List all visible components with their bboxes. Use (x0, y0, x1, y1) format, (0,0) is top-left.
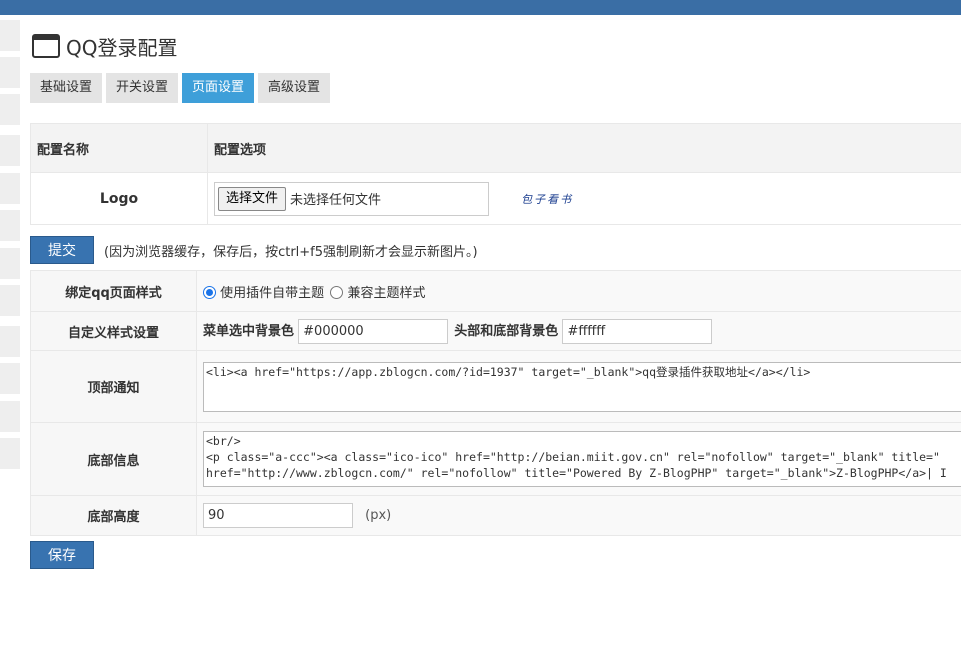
sidebar-item[interactable] (0, 173, 20, 204)
footer-height-label: 底部高度 (30, 495, 197, 536)
file-input[interactable]: 选择文件 未选择任何文件 (214, 181, 489, 216)
sidebar-item[interactable] (0, 210, 20, 241)
footer-info-cell: <br/> <p class="a-ccc"><a class="ico-ico… (196, 422, 961, 496)
option-compatible-theme[interactable]: 兼容主题样式 (347, 286, 425, 301)
header-config-name: 配置名称 (30, 123, 208, 173)
menu-bg-label: 菜单选中背景色 (203, 323, 295, 339)
sidebar-item[interactable] (0, 401, 20, 432)
sidebar-item[interactable] (0, 363, 20, 394)
header-bg-input[interactable]: #ffffff (562, 318, 713, 344)
left-sidebar (0, 15, 20, 475)
top-notice-label: 顶部通知 (30, 350, 197, 423)
footer-height-cell: 90 (px) (196, 495, 961, 536)
sidebar-item[interactable] (0, 20, 20, 51)
page-title: QQ登录配置 (32, 33, 178, 60)
footer-info-textarea[interactable]: <br/> <p class="a-ccc"><a class="ico-ico… (203, 431, 961, 487)
sidebar-item[interactable] (0, 438, 20, 469)
tab-advanced[interactable]: 高级设置 (258, 73, 331, 103)
sidebar-item[interactable] (0, 94, 20, 125)
radio-unchecked-icon[interactable] (330, 285, 344, 299)
choose-file-button[interactable]: 选择文件 (218, 186, 287, 211)
top-notice-textarea[interactable]: <li><a href="https://app.zblogcn.com/?id… (203, 361, 961, 412)
file-status: 未选择任何文件 (290, 193, 382, 208)
tab-page[interactable]: 页面设置 (182, 73, 255, 103)
window-icon (32, 34, 60, 58)
save-button[interactable]: 保存 (30, 541, 94, 569)
tab-bar: 基础设置 开关设置 页面设置 高级设置 (30, 73, 334, 103)
top-notice-cell: <li><a href="https://app.zblogcn.com/?id… (196, 350, 961, 423)
menu-bg-input[interactable]: #000000 (298, 318, 449, 344)
option-plugin-theme[interactable]: 使用插件自带主题 (220, 286, 324, 301)
logo-cell: 选择文件 未选择任何文件 包子看书 (207, 172, 961, 225)
footer-height-input[interactable]: 90 (203, 503, 353, 528)
logo-image: 包子看书 (521, 192, 574, 206)
sidebar-item[interactable] (0, 326, 20, 357)
logo-config-table: 配置名称 配置选项 Logo 选择文件 未选择任何文件 包子看书 (30, 123, 961, 225)
bind-style-options: 使用插件自带主题 兼容主题样式 (196, 270, 961, 312)
bind-style-label: 绑定qq页面样式 (30, 270, 197, 312)
footer-height-unit: (px) (365, 508, 392, 523)
header-bg-label: 头部和底部背景色 (454, 323, 559, 339)
sidebar-item[interactable] (0, 285, 20, 316)
page-title-text: QQ登录配置 (66, 35, 178, 60)
tab-basic[interactable]: 基础设置 (30, 73, 103, 103)
sidebar-item[interactable] (0, 248, 20, 279)
cache-hint: (因为浏览器缓存，保存后，按ctrl+f5强制刷新才会显示新图片。) (104, 245, 478, 260)
custom-style-label: 自定义样式设置 (30, 311, 197, 351)
top-bar (0, 0, 961, 15)
custom-style-fields: 菜单选中背景色 #000000 头部和底部背景色 #ffffff (196, 311, 961, 351)
header-config-option: 配置选项 (207, 123, 961, 173)
submit-button[interactable]: 提交 (30, 236, 94, 264)
sidebar-item[interactable] (0, 57, 20, 88)
radio-checked-icon[interactable] (203, 285, 216, 299)
logo-label: Logo (30, 172, 208, 225)
tab-switch[interactable]: 开关设置 (106, 73, 179, 103)
footer-info-label: 底部信息 (30, 422, 197, 496)
sidebar-item[interactable] (0, 135, 20, 166)
settings-table: 绑定qq页面样式 使用插件自带主题 兼容主题样式 自定义样式设置 菜单选中背景色… (30, 270, 961, 536)
